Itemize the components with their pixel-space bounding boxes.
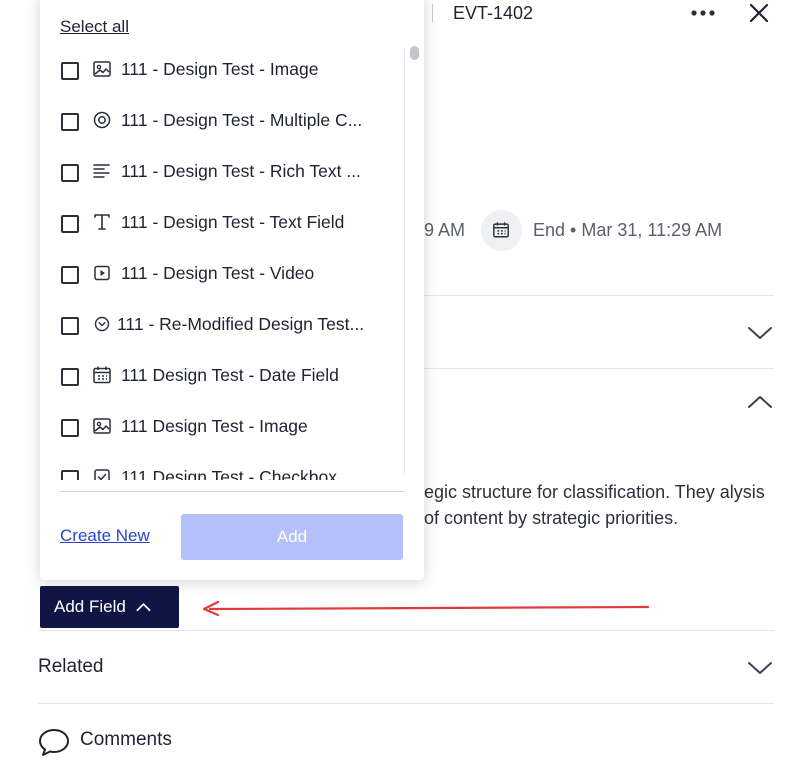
add-field-button[interactable]: Add Field <box>40 586 179 628</box>
video-icon <box>94 265 110 281</box>
comment-icon <box>39 729 69 756</box>
start-date-fragment: 9 AM <box>424 220 466 240</box>
end-label: End <box>533 220 566 240</box>
chevron-up-icon[interactable] <box>747 394 773 410</box>
dropdown-divider <box>60 491 404 492</box>
end-date-calendar <box>481 210 522 251</box>
comments-section-title: Comments <box>80 729 172 750</box>
image-icon <box>93 418 111 434</box>
rich-text-icon <box>93 164 110 178</box>
item-checkbox[interactable] <box>61 164 79 182</box>
list-item[interactable]: 111 - Re-Modified Design Test... <box>40 305 404 356</box>
item-label: 111 - Design Test - Video <box>121 263 315 283</box>
item-checkbox[interactable] <box>61 266 79 284</box>
item-label: 111 - Design Test - Image <box>121 59 319 79</box>
chevron-up-icon <box>136 603 151 612</box>
item-checkbox[interactable] <box>61 62 79 80</box>
item-checkbox[interactable] <box>61 215 79 233</box>
item-checkbox[interactable] <box>61 113 79 131</box>
end-date: End • Mar 31, 11:29 AM <box>533 220 722 241</box>
date-separator: • <box>570 220 577 240</box>
add-field-dropdown: Select all 111 - Design Test - Image 111… <box>40 0 424 580</box>
item-label: 111 - Design Test - Rich Text ... <box>121 161 361 181</box>
section-divider <box>424 295 774 296</box>
header-divider <box>432 4 433 22</box>
checkbox-icon <box>94 469 110 480</box>
list-item[interactable]: 111 - Design Test - Text Field <box>40 203 404 254</box>
chevron-down-icon[interactable] <box>747 660 773 676</box>
scrollbar-track[interactable] <box>404 49 405 474</box>
item-label: 111 - Re-Modified Design Test... <box>117 314 365 334</box>
annotation-arrow <box>202 600 650 617</box>
item-checkbox[interactable] <box>61 470 79 480</box>
item-label: 111 Design Test - Image <box>121 416 308 436</box>
radio-icon <box>93 111 111 129</box>
related-section-title: Related <box>38 656 104 677</box>
item-checkbox[interactable] <box>61 317 79 335</box>
list-item[interactable]: 111 - Design Test - Rich Text ... <box>40 152 404 203</box>
section-divider <box>38 703 774 704</box>
image-icon <box>93 61 111 77</box>
field-list[interactable]: 111 - Design Test - Image 111 - Design T… <box>40 50 404 480</box>
text-icon <box>94 214 110 230</box>
list-item[interactable]: 111 - Design Test - Multiple C... <box>40 101 404 152</box>
description-text: egic structure for classification. They … <box>424 482 765 528</box>
end-date-value: Mar 31, 11:29 AM <box>581 220 723 240</box>
list-item[interactable]: 111 - Design Test - Image <box>40 50 404 101</box>
section-divider <box>38 630 774 631</box>
create-new-link[interactable]: Create New <box>60 526 150 546</box>
item-checkbox[interactable] <box>61 419 79 437</box>
list-item[interactable]: 111 Design Test - Checkbox <box>40 458 404 480</box>
list-item[interactable]: 111 Design Test - Date Field <box>40 356 404 407</box>
more-horizontal-icon[interactable] <box>690 4 716 22</box>
close-icon[interactable] <box>747 1 771 25</box>
add-button[interactable]: Add <box>181 514 403 560</box>
calendar-icon <box>493 222 509 238</box>
item-label: 111 Design Test - Checkbox <box>121 467 337 480</box>
item-checkbox[interactable] <box>61 368 79 386</box>
calendar-icon <box>93 366 111 384</box>
list-item[interactable]: 111 - Design Test - Video <box>40 254 404 305</box>
section-divider <box>424 368 774 369</box>
item-label: 111 Design Test - Date Field <box>121 365 339 385</box>
item-label: 111 - Design Test - Multiple C... <box>121 110 363 130</box>
chevron-down-icon[interactable] <box>747 325 773 341</box>
chevron-circle-icon <box>94 316 110 332</box>
add-field-label: Add Field <box>54 597 126 616</box>
select-all-link[interactable]: Select all <box>60 17 129 37</box>
event-id: EVT-1402 <box>453 3 534 23</box>
item-label: 111 - Design Test - Text Field <box>121 212 345 232</box>
scrollbar-thumb[interactable] <box>410 46 419 60</box>
list-item[interactable]: 111 Design Test - Image <box>40 407 404 458</box>
